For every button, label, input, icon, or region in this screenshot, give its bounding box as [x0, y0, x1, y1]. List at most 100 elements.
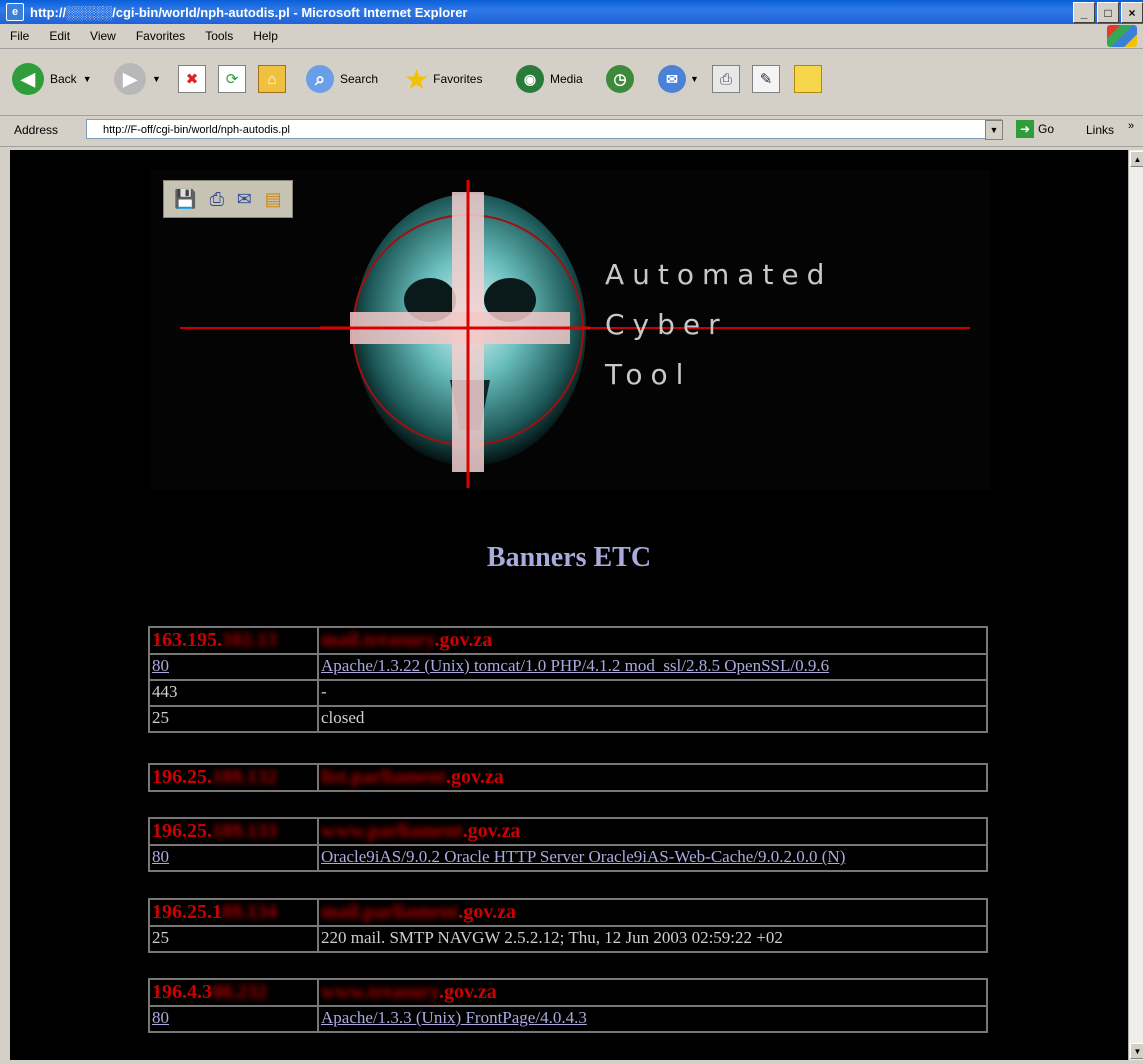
go-arrow-icon: ➜: [1016, 120, 1034, 138]
port-link[interactable]: 80: [152, 1008, 169, 1027]
vertical-scrollbar[interactable]: ▲ ▼: [1128, 150, 1143, 1060]
menu-file[interactable]: File: [10, 29, 29, 43]
scroll-up-icon[interactable]: ▲: [1130, 151, 1143, 167]
links-label[interactable]: Links: [1086, 123, 1114, 137]
banner-line-tool: Tool: [605, 358, 692, 391]
menu-edit[interactable]: Edit: [49, 29, 70, 43]
banner-cell: 220 mail. SMTP NAVGW 2.5.2.12; Thu, 12 J…: [317, 925, 988, 953]
back-button[interactable]: ◀ Back ▼: [12, 59, 92, 99]
home-button[interactable]: ⌂: [258, 59, 286, 99]
host-ip: 196.25.189.132: [148, 763, 319, 792]
host-ip: 196.25.189.133: [148, 817, 319, 846]
host-name: www.treasury.gov.za: [317, 978, 988, 1007]
window-controls: _ □ ×: [1073, 2, 1143, 23]
host-ip: 196.25.189.134: [148, 898, 319, 927]
banner-line-cyber: Cyber: [605, 308, 728, 341]
back-arrow-icon: ◀: [12, 63, 44, 95]
go-button[interactable]: ➜ Go: [1016, 120, 1054, 138]
address-dropdown-icon[interactable]: ▼: [985, 120, 1003, 140]
banner-graphic: [180, 180, 970, 488]
edit-button[interactable]: ✎: [752, 59, 780, 99]
home-icon: ⌂: [258, 65, 286, 93]
close-button[interactable]: ×: [1121, 2, 1143, 23]
edit-icon: ✎: [752, 65, 780, 93]
toolbar: ◀ Back ▼ ▶ ▼ ✖ ⟳ ⌂ ⌕ Search ★ Favorites …: [0, 49, 1143, 116]
image-toolbar: 💾 ⎙ ✉ ▤: [163, 180, 293, 218]
menu-help[interactable]: Help: [253, 29, 278, 43]
save-icon[interactable]: 💾: [174, 189, 196, 210]
host-table-2: 196.25.189.132 list.parliament.gov.za: [148, 763, 988, 792]
banner-link[interactable]: Apache/1.3.3 (Unix) FrontPage/4.0.4.3: [321, 1008, 587, 1027]
address-label: Address: [14, 123, 59, 137]
port-row: 80 Apache/1.3.3 (Unix) FrontPage/4.0.4.3: [148, 1005, 988, 1033]
media-globe-icon: ◉: [516, 65, 544, 93]
port-cell: 80: [148, 1005, 319, 1033]
media-label: Media: [550, 72, 583, 86]
note-icon: [794, 65, 822, 93]
forward-button[interactable]: ▶ ▼: [114, 59, 161, 99]
menu-view[interactable]: View: [90, 29, 116, 43]
search-button[interactable]: ⌕ Search: [306, 59, 378, 99]
mail-icon[interactable]: ✉: [237, 189, 252, 210]
page-heading: Banners ETC: [486, 542, 652, 573]
minimize-button[interactable]: _: [1073, 2, 1095, 23]
banner-cell: -: [317, 679, 988, 707]
address-bar: Address http://F-off/cgi-bin/world/nph-a…: [0, 116, 1143, 147]
browser-window: e http://░░░░░/cgi-bin/world/nph-autodis…: [0, 0, 1143, 1064]
banner-link[interactable]: Oracle9iAS/9.0.2 Oracle HTTP Server Orac…: [321, 847, 845, 866]
discuss-button[interactable]: [794, 59, 822, 99]
print-button[interactable]: ⎙: [712, 59, 740, 99]
host-name: mail.treasury.gov.za: [317, 626, 988, 655]
menu-bar: File Edit View Favorites Tools Help: [0, 24, 1143, 49]
history-button[interactable]: ◷: [606, 59, 634, 99]
menu-tools[interactable]: Tools: [205, 29, 233, 43]
chevron-right-icon[interactable]: »: [1128, 120, 1134, 132]
folder-icon[interactable]: ▤: [265, 189, 282, 210]
host-name: list.parliament.gov.za: [317, 763, 988, 792]
forward-arrow-icon: ▶: [114, 63, 146, 95]
print-icon: ⎙: [712, 65, 740, 93]
mail-icon: ✉: [658, 65, 686, 93]
maximize-button[interactable]: □: [1097, 2, 1119, 23]
forward-dropdown-icon[interactable]: ▼: [152, 74, 161, 84]
address-input[interactable]: http://F-off/cgi-bin/world/nph-autodis.p…: [86, 119, 1002, 139]
stop-icon: ✖: [178, 65, 206, 93]
host-row: 196.25.189.133 www.parliament.gov.za: [148, 817, 988, 846]
mail-dropdown-icon[interactable]: ▼: [690, 74, 699, 84]
host-table-4: 196.25.189.134 mail.parliament.gov.za 25…: [148, 898, 988, 953]
banner-text: Automated Cyber Tool: [605, 250, 832, 400]
mail-button[interactable]: ✉ ▼: [658, 59, 699, 99]
port-cell: 25: [148, 925, 319, 953]
menu-favorites[interactable]: Favorites: [136, 29, 185, 43]
host-table-5: 196.4.308.232 www.treasury.gov.za 80 Apa…: [148, 978, 988, 1033]
scroll-down-icon[interactable]: ▼: [1130, 1043, 1143, 1059]
banner-line-automated: Automated: [605, 258, 833, 291]
banner-cell: Apache/1.3.22 (Unix) tomcat/1.0 PHP/4.1.…: [317, 653, 988, 681]
banner-cell: closed: [317, 705, 988, 733]
print-icon[interactable]: ⎙: [210, 189, 224, 210]
banner-image: Automated Cyber Tool: [150, 170, 990, 490]
back-label: Back: [50, 72, 77, 86]
window-title: http://░░░░░/cgi-bin/world/nph-autodis.p…: [30, 4, 468, 20]
media-button[interactable]: ◉ Media: [516, 59, 583, 99]
history-icon: ◷: [606, 65, 634, 93]
search-label: Search: [340, 72, 379, 86]
port-cell: 80: [148, 844, 319, 872]
back-dropdown-icon[interactable]: ▼: [83, 74, 92, 84]
banner-cell: Apache/1.3.3 (Unix) FrontPage/4.0.4.3: [317, 1005, 988, 1033]
refresh-button[interactable]: ⟳: [218, 59, 246, 99]
banner-cell: Oracle9iAS/9.0.2 Oracle HTTP Server Orac…: [317, 844, 988, 872]
port-link[interactable]: 80: [152, 847, 169, 866]
port-row: 80 Oracle9iAS/9.0.2 Oracle HTTP Server O…: [148, 844, 988, 872]
host-name: www.parliament.gov.za: [317, 817, 988, 846]
port-link[interactable]: 80: [152, 656, 169, 675]
stop-button[interactable]: ✖: [178, 59, 206, 99]
search-icon: ⌕: [306, 65, 334, 93]
port-cell: 25: [148, 705, 319, 733]
host-table-1: 163.195.102.13 mail.treasury.gov.za 80 A…: [148, 626, 988, 733]
favorites-button[interactable]: ★ Favorites: [404, 59, 482, 99]
host-row: 163.195.102.13 mail.treasury.gov.za: [148, 626, 988, 655]
banner-link[interactable]: Apache/1.3.22 (Unix) tomcat/1.0 PHP/4.1.…: [321, 656, 829, 675]
port-row: 25 220 mail. SMTP NAVGW 2.5.2.12; Thu, 1…: [148, 925, 988, 953]
star-icon: ★: [404, 63, 430, 95]
